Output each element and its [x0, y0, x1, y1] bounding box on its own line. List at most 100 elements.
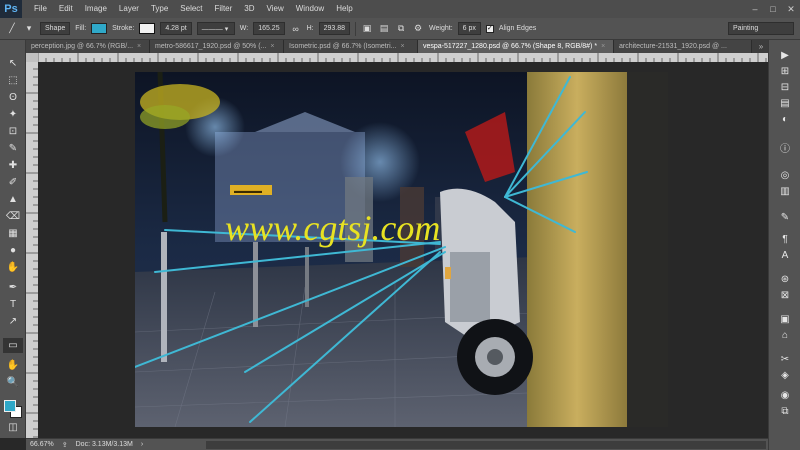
tab-overflow-icon[interactable]: » — [754, 40, 768, 53]
shape-mode-select[interactable]: Shape — [40, 22, 71, 35]
height-label: H: — [306, 25, 314, 32]
blur-tool-icon[interactable]: ● — [3, 243, 23, 258]
path-selection-tool-icon[interactable]: ↗ — [3, 314, 23, 329]
width-field[interactable]: 165.25 — [253, 22, 285, 35]
weight-field[interactable]: 6 px — [457, 22, 481, 35]
pen-tool-icon[interactable]: ✒ — [3, 280, 23, 295]
horizontal-scrollbar[interactable] — [206, 441, 766, 449]
swatches-panel-icon[interactable]: ▥ — [778, 184, 792, 198]
healing-brush-tool-icon[interactable]: ✚ — [3, 158, 23, 173]
quick-mask-icon[interactable]: ◫ — [3, 420, 23, 435]
timeline-panel-icon[interactable]: ◉ — [778, 388, 792, 402]
brush-panel-icon[interactable]: ✎ — [778, 210, 792, 224]
eraser-tool-icon[interactable]: ⌫ — [3, 209, 23, 224]
link-icon[interactable]: ∞ — [290, 23, 302, 35]
tab-architecture[interactable]: architecture-21531_1920.psd @ ... — [614, 40, 752, 53]
tool-preset-chevron-icon[interactable]: ▾ — [23, 23, 35, 35]
stroke-width-field[interactable]: 4.28 pt — [160, 22, 192, 35]
tab-perception[interactable]: perception.jpg @ 66.7% (RGB/... × — [26, 40, 150, 53]
type-tool-icon[interactable]: T — [3, 297, 23, 312]
clone-source-panel-icon[interactable]: ✂ — [778, 352, 792, 366]
adjustments-panel-icon[interactable]: ◐ — [778, 112, 792, 126]
menu-view[interactable]: View — [261, 0, 290, 18]
properties-panel-icon[interactable]: ⌂ — [778, 328, 792, 342]
navigator-panel-icon[interactable]: ◈ — [778, 368, 792, 382]
document-canvas[interactable]: ▬▬▬▬ www.cgtsj.com — [135, 72, 668, 427]
height-field[interactable]: 293.88 — [318, 22, 351, 35]
path-arrangement-icon[interactable]: ⧉ — [395, 23, 407, 35]
close-icon[interactable]: ✕ — [782, 0, 800, 18]
export-icon[interactable]: ⇪ — [62, 441, 68, 449]
menu-edit[interactable]: Edit — [53, 0, 79, 18]
menu-layer[interactable]: Layer — [113, 0, 145, 18]
tab-label: vespa-517227_1280.psd @ 66.7% (Shape 8, … — [423, 43, 598, 50]
menu-type[interactable]: Type — [145, 0, 174, 18]
document-tabs: perception.jpg @ 66.7% (RGB/... × metro-5… — [26, 40, 768, 53]
window-controls: – □ ✕ — [746, 0, 800, 18]
tab-vespa[interactable]: vespa-517227_1280.psd @ 66.7% (Shape 8, … — [418, 40, 614, 53]
line-shape-tool-icon[interactable]: ▭ — [3, 338, 23, 353]
stroke-type-select[interactable]: ——— ▾ — [196, 22, 235, 35]
layers-panel-icon[interactable]: ⊟ — [778, 80, 792, 94]
channels-panel-icon[interactable]: ⊠ — [778, 288, 792, 302]
move-tool-icon[interactable]: ↖ — [3, 56, 23, 71]
zoom-tool-icon[interactable]: 🔍 — [3, 375, 23, 390]
menu-help[interactable]: Help — [330, 0, 358, 18]
path-alignment-icon[interactable]: ▤ — [378, 23, 390, 35]
status-menu-arrow[interactable]: › — [141, 441, 143, 448]
menu-select[interactable]: Select — [174, 0, 208, 18]
eyedropper-tool-icon[interactable]: ✎ — [3, 141, 23, 156]
gradient-tool-icon[interactable]: ▦ — [3, 226, 23, 241]
hand-tool-icon[interactable]: ✋ — [3, 358, 23, 373]
settings-gear-icon[interactable]: ⚙ — [412, 23, 424, 35]
status-bar: 66.67% ⇪ Doc: 3.13M/3.13M › — [26, 438, 768, 450]
tools-panel: ↖ ⬚ ʘ ✦ ⊡ ✎ ✚ ✐ ▲ ⌫ ▦ ● ✋ ✒ T ↗ ▭ ✋ 🔍 ◫ — [0, 40, 26, 438]
ruler-corner — [26, 53, 38, 62]
tab-close-icon[interactable]: × — [400, 40, 404, 53]
styles-panel-icon[interactable]: ⊛ — [778, 272, 792, 286]
maximize-icon[interactable]: □ — [764, 0, 782, 18]
line-tool-icon[interactable]: ╱ — [6, 23, 18, 35]
magic-wand-tool-icon[interactable]: ✦ — [3, 107, 23, 122]
bollard — [161, 232, 167, 362]
stroke-label: Stroke: — [112, 25, 135, 32]
fill-swatch[interactable] — [91, 23, 108, 34]
tab-label: perception.jpg @ 66.7% (RGB/... — [31, 43, 134, 50]
crop-tool-icon[interactable]: ⊡ — [3, 124, 23, 139]
info-panel-icon[interactable]: ⓘ — [778, 140, 792, 155]
character-panel-icon[interactable]: A — [778, 248, 792, 262]
foreground-color-swatch[interactable] — [4, 400, 16, 412]
tab-metro[interactable]: metro-586617_1920.psd @ 50% (... × — [150, 40, 284, 53]
tab-close-icon[interactable]: × — [601, 40, 605, 53]
menu-window[interactable]: Window — [290, 0, 330, 18]
align-edges-checkbox[interactable]: ✓ — [485, 24, 494, 33]
play-panel-icon[interactable]: ▶ — [778, 48, 792, 62]
paragraph-panel-icon[interactable]: ¶ — [778, 232, 792, 246]
layer-comps-panel-icon[interactable]: ⧉ — [778, 404, 792, 418]
tab-close-icon[interactable]: × — [137, 40, 141, 53]
minimize-icon[interactable]: – — [746, 0, 764, 18]
tab-label: metro-586617_1920.psd @ 50% (... — [155, 43, 267, 50]
grid-panel-icon[interactable]: ⊞ — [778, 64, 792, 78]
ruler-ticks — [38, 53, 767, 62]
workspace-select[interactable]: Painting — [728, 22, 794, 35]
path-operations-icon[interactable]: ▣ — [361, 23, 373, 35]
menu-3d[interactable]: 3D — [238, 0, 260, 18]
color-panel-icon[interactable]: ◎ — [778, 168, 792, 182]
fill-label: Fill: — [75, 25, 87, 32]
history-panel-icon[interactable]: ▤ — [778, 96, 792, 110]
lasso-tool-icon[interactable]: ʘ — [3, 90, 23, 105]
brush-tool-icon[interactable]: ✐ — [3, 175, 23, 190]
tab-close-icon[interactable]: × — [270, 40, 274, 53]
menu-image[interactable]: Image — [79, 0, 113, 18]
clone-stamp-tool-icon[interactable]: ▲ — [3, 192, 23, 207]
marquee-tool-icon[interactable]: ⬚ — [3, 73, 23, 88]
menu-filter[interactable]: Filter — [209, 0, 239, 18]
dodge-tool-icon[interactable]: ✋ — [3, 260, 23, 275]
zoom-level[interactable]: 66.67% — [30, 441, 54, 448]
paths-panel-icon[interactable]: ▣ — [778, 312, 792, 326]
stroke-swatch[interactable] — [139, 23, 156, 34]
document-size: Doc: 3.13M/3.13M — [75, 441, 133, 448]
tab-isometric[interactable]: Isometric.psd @ 66.7% (Isometri... × — [284, 40, 418, 53]
menu-file[interactable]: File — [28, 0, 53, 18]
